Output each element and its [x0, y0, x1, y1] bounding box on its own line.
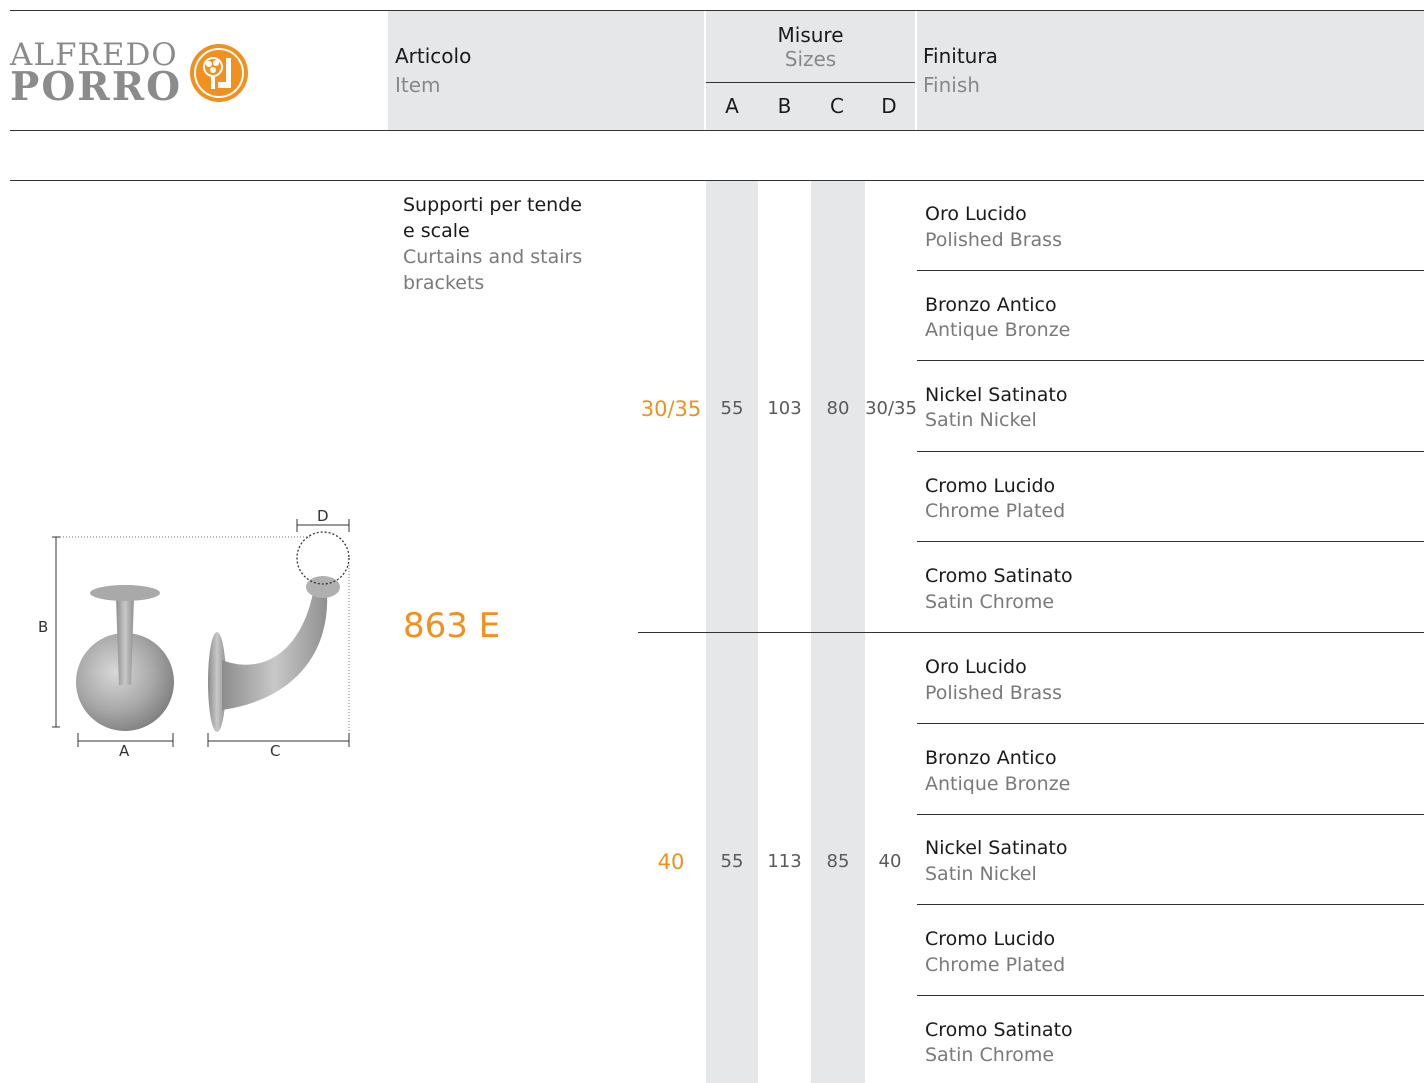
finish-separator [917, 723, 1424, 724]
sizes-heading-en: Sizes [784, 47, 837, 71]
variant-1-size-b: 103 [767, 398, 802, 419]
finish-name-en: Antique Bronze [925, 319, 1071, 341]
description-en-line-1: Curtains and stairs [403, 246, 583, 268]
finish-name-en: Satin Nickel [925, 863, 1037, 885]
variant-1-size-a: 55 [720, 398, 744, 419]
variant-2-diameter: 40 [657, 850, 685, 874]
brand-logo: ALFREDO PORRO [10, 40, 260, 110]
variant-2-size-c: 85 [826, 851, 850, 872]
finish-name-en: Satin Chrome [925, 1044, 1055, 1066]
finish-separator [917, 360, 1424, 361]
finish-heading: Finitura [923, 44, 998, 68]
finish-name: Cromo Lucido [925, 928, 1056, 950]
header-bottom-rule [10, 130, 1424, 131]
size-col-c: C [830, 94, 844, 118]
dimension-label-c: C [270, 742, 281, 760]
finish-name: Cromo Lucido [925, 475, 1056, 497]
variant-2-size-a: 55 [720, 851, 744, 872]
finish-heading-en: Finish [923, 73, 980, 97]
finish-name: Oro Lucido [925, 656, 1027, 678]
description-it-line-1: Supporti per tende [403, 194, 582, 216]
sizes-heading: Misure [777, 23, 844, 47]
finish-name-en: Satin Chrome [925, 591, 1055, 613]
variant-2-size-d: 40 [878, 851, 902, 872]
finish-separator [917, 995, 1424, 996]
product-description: Supporti per tende e scale Curtains and … [403, 192, 582, 296]
size-col-b: B [777, 94, 792, 118]
bracket-technical-drawing [52, 519, 350, 747]
item-heading: Articolo [395, 44, 472, 68]
finish-separator [917, 814, 1424, 815]
variant-2-size-b: 113 [767, 851, 802, 872]
finish-separator [917, 451, 1424, 452]
finish-name: Nickel Satinato [925, 384, 1068, 406]
item-heading-en: Item [395, 73, 441, 97]
finish-separator [917, 270, 1424, 271]
finish-name-en: Chrome Plated [925, 954, 1066, 976]
dimension-label-b: B [38, 618, 49, 636]
tree-emblem-icon [190, 44, 248, 102]
variant-1-size-d: 30/35 [865, 398, 917, 419]
finish-name-en: Polished Brass [925, 229, 1062, 251]
product-code: 863 E [403, 606, 501, 646]
finish-name: Bronzo Antico [925, 747, 1057, 769]
variant-separator [638, 632, 1424, 633]
finish-name-en: Chrome Plated [925, 500, 1066, 522]
finish-name: Bronzo Antico [925, 294, 1057, 316]
finish-name-en: Antique Bronze [925, 773, 1071, 795]
finish-name: Nickel Satinato [925, 837, 1068, 859]
finish-separator [917, 541, 1424, 542]
finish-name: Oro Lucido [925, 203, 1027, 225]
header-divider [915, 11, 917, 130]
description-en-line-2: brackets [403, 272, 485, 294]
variant-1-diameter: 30/35 [640, 397, 702, 421]
variant-1-size-c: 80 [826, 398, 850, 419]
description-it-line-2: e scale [403, 220, 470, 242]
finish-name-en: Satin Nickel [925, 409, 1037, 431]
finish-separator [917, 904, 1424, 905]
sizes-divider [706, 82, 915, 83]
logo-line-2: PORRO [10, 64, 183, 110]
finish-name: Cromo Satinato [925, 1019, 1073, 1041]
dimension-label-d: D [317, 507, 329, 525]
finish-name: Cromo Satinato [925, 565, 1073, 587]
size-col-d: D [881, 94, 897, 118]
finish-name-en: Polished Brass [925, 682, 1062, 704]
size-col-a: A [725, 94, 739, 118]
dimension-label-a: A [119, 742, 130, 760]
